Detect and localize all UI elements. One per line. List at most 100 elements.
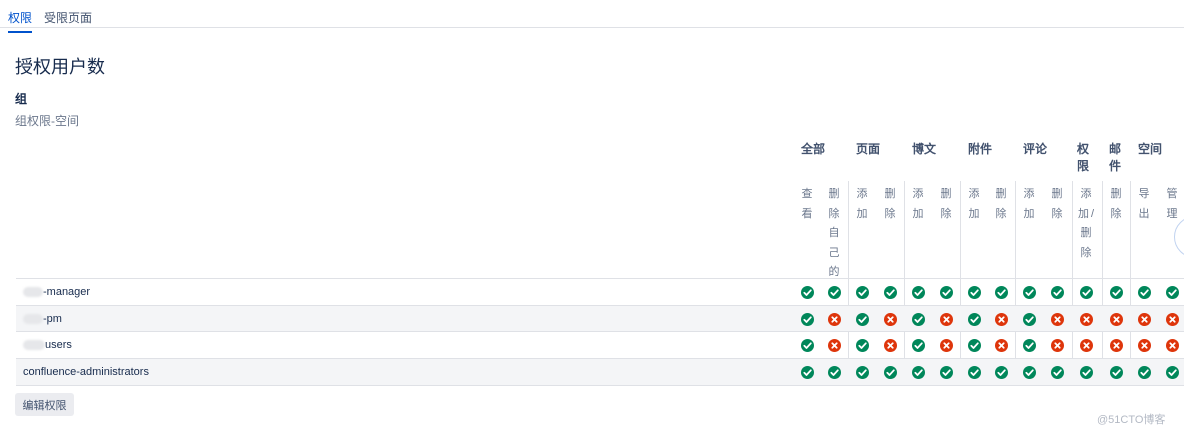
check-circle-icon bbox=[1166, 286, 1179, 299]
group-name-text: -pm bbox=[43, 313, 62, 325]
cross-circle-icon bbox=[940, 339, 953, 352]
cross-circle-icon bbox=[884, 313, 897, 326]
group-name-text: confluence-administrators bbox=[23, 366, 149, 378]
column-group-header: 权 限 bbox=[1077, 142, 1090, 173]
check-circle-icon bbox=[801, 339, 814, 352]
watermark: @51CTO博客 bbox=[1097, 414, 1166, 426]
check-circle-icon bbox=[912, 339, 925, 352]
column-group-header: 附件 bbox=[968, 142, 993, 156]
tab-permissions[interactable]: 权限 bbox=[8, 9, 33, 33]
check-circle-icon bbox=[1080, 366, 1093, 379]
column-header: 导 出 bbox=[1138, 188, 1152, 220]
redacted-text bbox=[23, 287, 43, 298]
group-name: -pm bbox=[23, 313, 62, 325]
cross-circle-icon bbox=[995, 313, 1008, 326]
column-header: 删 除 bbox=[884, 188, 898, 220]
cross-circle-icon bbox=[1166, 339, 1179, 352]
check-circle-icon bbox=[828, 366, 841, 379]
check-circle-icon bbox=[1023, 313, 1036, 326]
check-circle-icon bbox=[801, 286, 814, 299]
section-subtitle: 组权限-空间 bbox=[15, 114, 79, 128]
redacted-text bbox=[23, 340, 45, 351]
column-group-header: 评论 bbox=[1023, 142, 1048, 156]
cross-circle-icon bbox=[1166, 313, 1179, 326]
column-header: 删 除 bbox=[1110, 188, 1124, 220]
check-circle-icon bbox=[968, 339, 981, 352]
group-name: users bbox=[23, 339, 72, 351]
column-header: 添 加 bbox=[912, 188, 926, 220]
check-circle-icon bbox=[1080, 286, 1093, 299]
check-circle-icon bbox=[1110, 366, 1123, 379]
cross-circle-icon bbox=[1051, 313, 1064, 326]
group-name-text: users bbox=[45, 339, 72, 351]
cross-circle-icon bbox=[828, 313, 841, 326]
tab-restricted-pages[interactable]: 受限页面 bbox=[44, 9, 92, 26]
check-circle-icon bbox=[828, 286, 841, 299]
cross-circle-icon bbox=[1138, 313, 1151, 326]
check-circle-icon bbox=[884, 366, 897, 379]
check-circle-icon bbox=[1138, 366, 1151, 379]
table-row: -pm bbox=[16, 305, 1184, 332]
column-group-header: 博文 bbox=[912, 142, 937, 156]
check-circle-icon bbox=[912, 313, 925, 326]
check-circle-icon bbox=[1051, 366, 1064, 379]
check-circle-icon bbox=[995, 286, 1008, 299]
column-group-header: 空间 bbox=[1138, 142, 1163, 156]
cross-circle-icon bbox=[1051, 339, 1064, 352]
column-header: 管 理 bbox=[1166, 188, 1180, 220]
group-name: confluence-administrators bbox=[23, 366, 149, 378]
column-header: 添 加 bbox=[1023, 188, 1037, 220]
redacted-text bbox=[23, 314, 43, 325]
column-header: 删 除 bbox=[995, 188, 1009, 220]
table-row: confluence-administrators bbox=[16, 358, 1184, 386]
check-circle-icon bbox=[1138, 286, 1151, 299]
cross-circle-icon bbox=[1110, 313, 1123, 326]
check-circle-icon bbox=[856, 286, 869, 299]
check-circle-icon bbox=[912, 366, 925, 379]
check-circle-icon bbox=[968, 286, 981, 299]
column-group-header: 邮 件 bbox=[1109, 142, 1122, 173]
group-name: -manager bbox=[23, 286, 90, 298]
check-circle-icon bbox=[801, 366, 814, 379]
check-circle-icon bbox=[968, 366, 981, 379]
check-circle-icon bbox=[912, 286, 925, 299]
check-circle-icon bbox=[940, 366, 953, 379]
check-circle-icon bbox=[968, 313, 981, 326]
edit-permissions-button[interactable]: 编辑权限 bbox=[15, 393, 74, 416]
check-circle-icon bbox=[1051, 286, 1064, 299]
check-circle-icon bbox=[940, 286, 953, 299]
column-header: 删 除 bbox=[940, 188, 954, 220]
column-header: 添 加/ 删 除 bbox=[1077, 188, 1097, 259]
cross-circle-icon bbox=[1080, 339, 1093, 352]
cross-circle-icon bbox=[884, 339, 897, 352]
check-circle-icon bbox=[856, 366, 869, 379]
column-header: 添 加 bbox=[968, 188, 982, 220]
check-circle-icon bbox=[856, 313, 869, 326]
check-circle-icon bbox=[1023, 286, 1036, 299]
table-row: -manager bbox=[16, 278, 1184, 305]
column-group-header: 全部 bbox=[801, 142, 826, 156]
check-circle-icon bbox=[995, 366, 1008, 379]
check-circle-icon bbox=[884, 286, 897, 299]
check-circle-icon bbox=[1023, 339, 1036, 352]
check-circle-icon bbox=[801, 313, 814, 326]
cross-circle-icon bbox=[828, 339, 841, 352]
cross-circle-icon bbox=[940, 313, 953, 326]
check-circle-icon bbox=[1166, 366, 1179, 379]
column-header: 删 除 自 己 的 bbox=[828, 188, 842, 278]
column-header: 查 看 bbox=[801, 188, 815, 220]
section-title: 组 bbox=[15, 92, 28, 106]
page-title: 授权用户数 bbox=[15, 57, 105, 77]
tab-bar: 权限 受限页面 bbox=[0, 0, 1184, 33]
cross-circle-icon bbox=[1138, 339, 1151, 352]
table-row: users bbox=[16, 331, 1184, 358]
check-circle-icon bbox=[1023, 366, 1036, 379]
group-name-text: -manager bbox=[43, 286, 91, 298]
check-circle-icon bbox=[856, 339, 869, 352]
cross-circle-icon bbox=[995, 339, 1008, 352]
column-header: 添 加 bbox=[856, 188, 870, 220]
column-header: 删 除 bbox=[1051, 188, 1065, 220]
cross-circle-icon bbox=[1080, 313, 1093, 326]
column-group-header: 页面 bbox=[856, 142, 881, 156]
cross-circle-icon bbox=[1110, 339, 1123, 352]
